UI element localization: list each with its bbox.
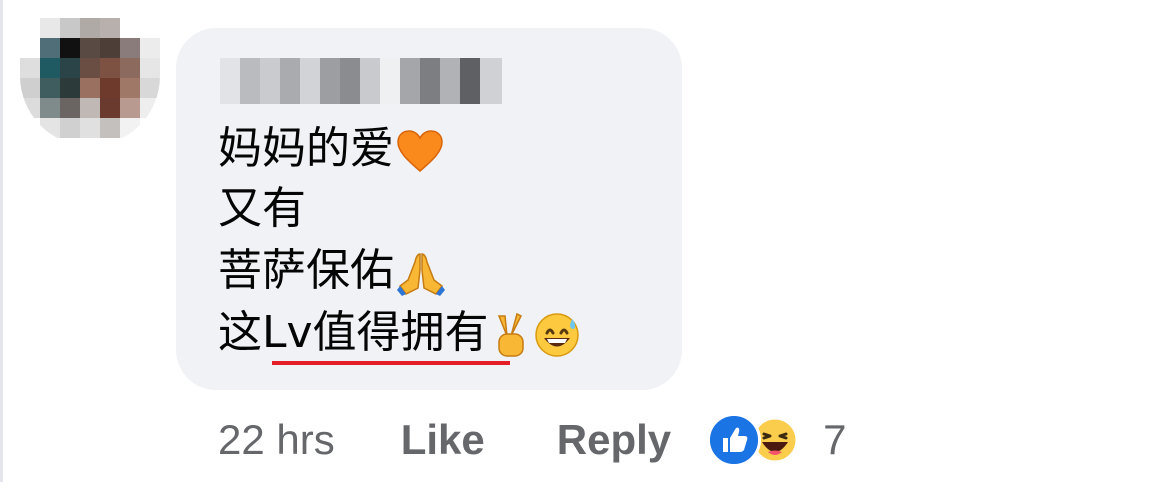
reaction-count: 7 xyxy=(823,416,847,463)
highlighted-text: Lv值得拥有 xyxy=(262,307,489,358)
orange-heart-icon xyxy=(397,130,443,172)
comment-line-3: 菩萨保佑 xyxy=(218,246,446,296)
folded-hands-icon xyxy=(397,253,445,296)
red-underline-annotation xyxy=(272,361,510,365)
grinning-sweat-face-icon xyxy=(534,313,579,357)
timestamp[interactable]: 22 hrs xyxy=(218,416,335,464)
like-button[interactable]: Like xyxy=(401,416,485,464)
comment-line-4: 这Lv值得拥有 xyxy=(218,308,581,359)
reaction-summary[interactable]: 7 xyxy=(707,413,847,467)
avatar[interactable] xyxy=(20,18,160,146)
like-reaction-icon xyxy=(707,413,762,467)
reply-button[interactable]: Reply xyxy=(557,416,671,464)
comment-bubble: 妈妈的爱 又有 菩萨保佑 这Lv值得拥有 xyxy=(176,28,682,390)
comment-actions: 22 hrs Like Reply 7 xyxy=(218,413,847,467)
thread-line xyxy=(0,0,3,482)
author-name-blurred[interactable] xyxy=(220,58,502,104)
comment-line-1: 妈妈的爱 xyxy=(218,124,444,174)
victory-hand-icon xyxy=(497,312,524,357)
comment-line-2: 又有 xyxy=(218,183,306,234)
